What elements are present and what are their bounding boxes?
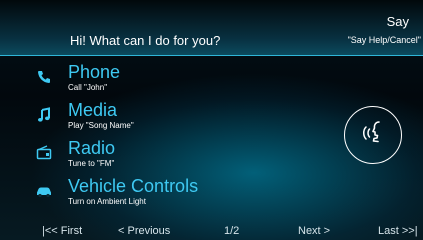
- menu-item-title: Vehicle Controls: [68, 176, 199, 196]
- phone-icon: [36, 69, 52, 85]
- say-title: Say: [386, 14, 409, 29]
- pagination-bar: |<< First < Previous 1/2 Next > Last >>|: [0, 218, 423, 240]
- previous-page-button[interactable]: < Previous: [118, 225, 170, 237]
- menu-item-subtitle: Play "Song Name": [68, 121, 134, 130]
- menu-item-subtitle: Turn on Ambient Light: [68, 197, 146, 206]
- menu-item-title: Media: [68, 100, 118, 120]
- voice-assistant-button[interactable]: [344, 106, 402, 164]
- first-page-button[interactable]: |<< First: [42, 225, 82, 237]
- voice-speaking-icon: [363, 121, 380, 143]
- radio-icon: [36, 145, 52, 161]
- menu-item-radio[interactable]: Radio Tune to "FM": [0, 136, 330, 172]
- say-hint: "Say Help/Cancel": [347, 35, 421, 45]
- menu-item-vehicle-controls[interactable]: Vehicle Controls Turn on Ambient Light: [0, 174, 330, 210]
- music-note-icon: [36, 107, 52, 123]
- car-icon: [36, 183, 52, 199]
- last-page-button[interactable]: Last >>|: [378, 225, 418, 237]
- next-page-button[interactable]: Next >: [298, 225, 330, 237]
- menu-item-media[interactable]: Media Play "Song Name": [0, 98, 330, 134]
- menu-item-subtitle: Call "John": [68, 83, 108, 92]
- menu-item-phone[interactable]: Phone Call "John": [0, 60, 330, 96]
- voice-assistant-screen: Hi! What can I do for you? Say "Say Help…: [0, 0, 423, 240]
- menu-item-subtitle: Tune to "FM": [68, 159, 115, 168]
- menu-item-title: Phone: [68, 62, 121, 82]
- assistant-prompt: Hi! What can I do for you?: [70, 33, 221, 48]
- header-bar: Hi! What can I do for you? Say "Say Help…: [0, 0, 423, 56]
- menu-item-title: Radio: [68, 138, 116, 158]
- page-indicator: 1/2: [224, 225, 240, 237]
